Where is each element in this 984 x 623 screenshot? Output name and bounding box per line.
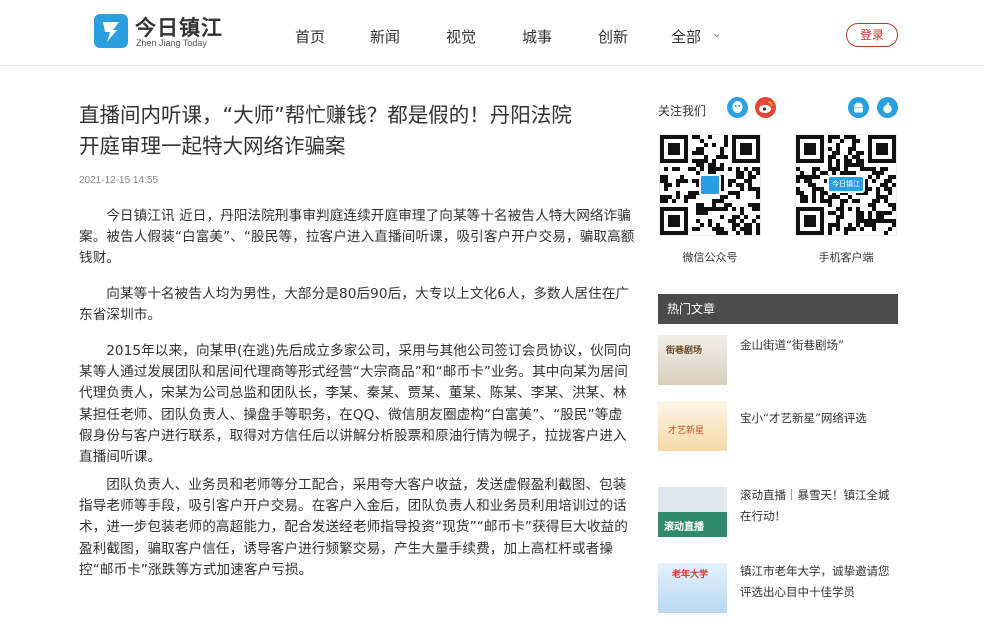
hot-article-thumbnail[interactable]: 才艺新星 bbox=[658, 401, 727, 451]
nav-visual[interactable]: 视觉 bbox=[446, 26, 476, 47]
hot-article-item[interactable]: 滚动直播 滚动直播｜暴雪天！镇江全城在行动！ bbox=[658, 487, 898, 547]
article-paragraph: 今日镇江讯 近日，丹阳法院刑事审判庭连续开庭审理了向某等十名被告人特大网络诈骗案… bbox=[79, 208, 635, 267]
site-header: 今日镇江 Zhen Jiang Today 首页 新闻 视觉 城事 创新 全部 … bbox=[0, 0, 984, 66]
article-paragraph: 2015年以来，向某甲(在逃)先后成立多家公司，采用与其他公司签订会员协议，伙同… bbox=[79, 343, 632, 466]
nav-all[interactable]: 全部 bbox=[671, 26, 701, 47]
hot-article-title[interactable]: 滚动直播｜暴雪天！镇江全城在行动！ bbox=[740, 485, 900, 527]
apple-icon[interactable] bbox=[877, 97, 898, 118]
wechat-qr-caption: 微信公众号 bbox=[682, 251, 738, 264]
follow-us-label: 关注我们 bbox=[658, 104, 707, 118]
nav-innovation[interactable]: 创新 bbox=[598, 26, 628, 47]
hot-article-title[interactable]: 宝小“才艺新星”网络评选 bbox=[740, 408, 900, 429]
hot-article-thumbnail[interactable]: 滚动直播 bbox=[658, 487, 727, 537]
hot-article-thumbnail[interactable]: 老年大学 bbox=[658, 563, 727, 613]
thumbnail-caption: 街巷剧场 bbox=[666, 346, 703, 356]
qq-icon[interactable] bbox=[727, 97, 748, 118]
thumbnail-caption: 才艺新星 bbox=[668, 426, 705, 436]
logo-icon bbox=[699, 174, 721, 196]
app-qr-code: 今日镇江 bbox=[795, 134, 897, 236]
article-paragraph: 向某等十名被告人均为男性，大部分是80后90后，大专以上文化6人，多数人居住在广… bbox=[79, 286, 630, 324]
logo-icon[interactable] bbox=[94, 14, 128, 48]
article-date: 2021-12-15 14:55 bbox=[79, 175, 158, 186]
article-title-line: 直播间内听课，“大师”帮忙赚钱？都是假的！丹阳法院 bbox=[79, 103, 572, 127]
hot-article-thumbnail[interactable]: 街巷剧场 bbox=[658, 335, 727, 385]
nav-news[interactable]: 新闻 bbox=[370, 26, 400, 47]
nav-city[interactable]: 城事 bbox=[522, 26, 552, 47]
hot-article-item[interactable]: 老年大学 镇江市老年大学，诚挚邀请您评选出心目中十佳学员 bbox=[658, 563, 898, 623]
weibo-icon[interactable] bbox=[755, 97, 776, 118]
nav-home[interactable]: 首页 bbox=[295, 26, 325, 47]
logo-subtext: Zhen Jiang Today bbox=[136, 38, 207, 48]
thumbnail-caption: 老年大学 bbox=[672, 570, 709, 580]
article-title: 直播间内听课，“大师”帮忙赚钱？都是假的！丹阳法院 开庭审理一起特大网络诈骗案 bbox=[79, 100, 639, 162]
wechat-qr-code bbox=[659, 134, 761, 236]
login-button[interactable]: 登录 bbox=[846, 23, 898, 47]
chevron-down-icon[interactable]: ⌄ bbox=[712, 27, 721, 40]
hot-articles-header: 热门文章 bbox=[658, 294, 898, 324]
hot-article-title[interactable]: 镇江市老年大学，诚挚邀请您评选出心目中十佳学员 bbox=[740, 561, 900, 603]
qr-app-badge: 今日镇江 bbox=[827, 175, 865, 193]
article-title-line: 开庭审理一起特大网络诈骗案 bbox=[79, 134, 346, 158]
android-icon[interactable] bbox=[848, 97, 869, 118]
hot-article-title[interactable]: 金山街道“街巷剧场” bbox=[740, 335, 900, 356]
article-paragraph: 团队负责人、业务员和老师等分工配合，采用夸大客户收益，发送虚假盈利截图、包装指导… bbox=[79, 477, 628, 578]
hot-article-item[interactable]: 街巷剧场 金山街道“街巷剧场” bbox=[658, 335, 898, 395]
hot-article-item[interactable]: 才艺新星 宝小“才艺新星”网络评选 bbox=[658, 401, 898, 461]
thumbnail-caption: 滚动直播 bbox=[664, 522, 704, 533]
app-qr-caption: 手机客户端 bbox=[818, 251, 874, 264]
